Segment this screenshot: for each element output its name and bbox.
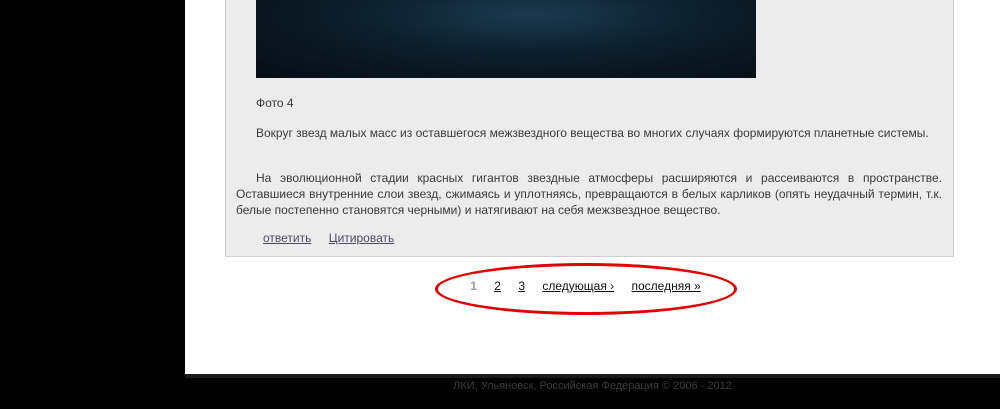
pager-last-link[interactable]: последняя » [632, 279, 701, 293]
post-paragraph: На эволюционной стадии красных гигантов … [236, 171, 942, 217]
pagination: 1 2 3 следующая › последняя » [185, 279, 1000, 293]
quote-link[interactable]: Цитировать [329, 231, 395, 245]
forum-post: Фото 4 Вокруг звезд малых масс из оставш… [225, 0, 954, 257]
pager-page-2[interactable]: 2 [494, 279, 501, 293]
pager-next-link[interactable]: следующая › [542, 279, 614, 293]
pager-current-page: 1 [470, 279, 477, 293]
footer-divider [185, 374, 1000, 378]
pager-page-3[interactable]: 3 [518, 279, 525, 293]
main-content: Фото 4 Вокруг звезд малых масс из оставш… [185, 0, 1000, 374]
footer: ЛКИ, Ульяновск, Российская Федерация © 2… [0, 374, 1000, 409]
photo-caption: Фото 4 [256, 96, 294, 110]
post-paragraph: Вокруг звезд малых масс из оставшегося м… [256, 126, 929, 140]
footer-copyright: ЛКИ, Ульяновск, Российская Федерация © 2… [453, 380, 732, 392]
reply-link[interactable]: ответить [263, 231, 311, 245]
post-photo [256, 0, 756, 78]
post-actions: ответить Цитировать [263, 231, 408, 245]
